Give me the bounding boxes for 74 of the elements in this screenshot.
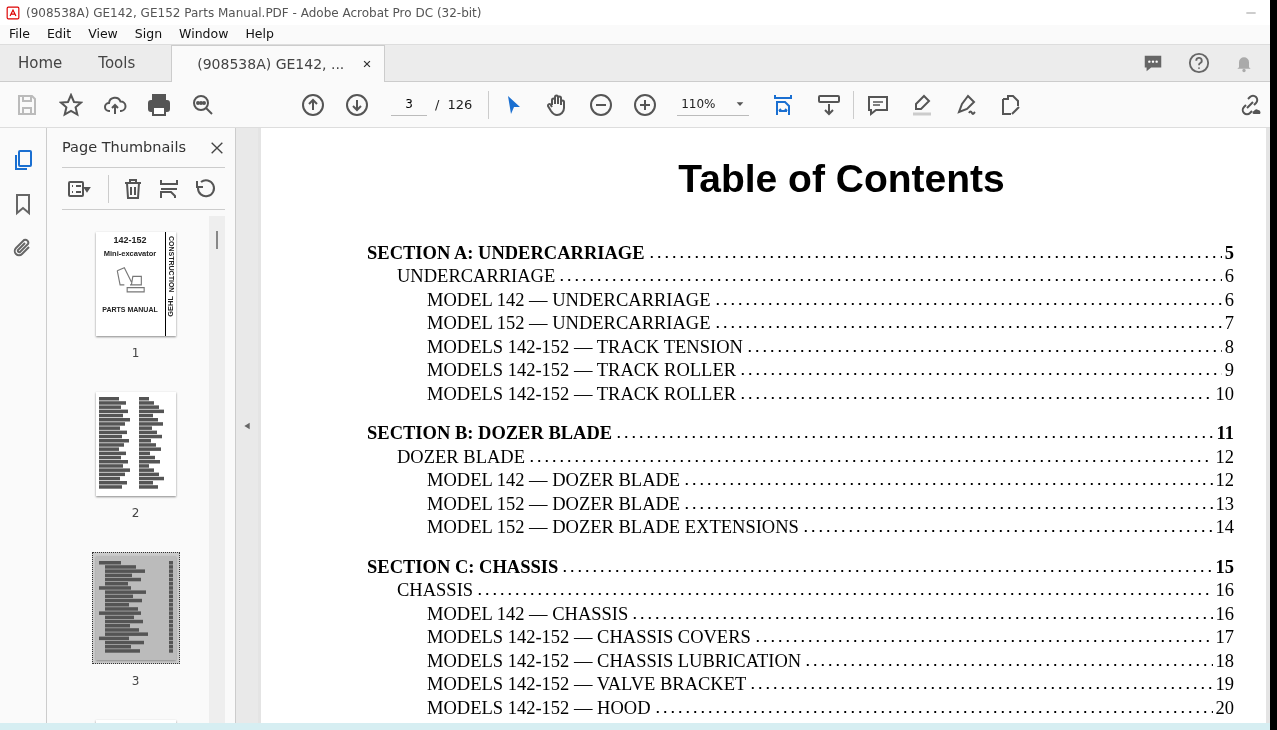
thumbnail-text: 142-152	[113, 234, 147, 247]
menu-item[interactable]: Sign	[125, 25, 171, 44]
help-icon[interactable]	[1188, 52, 1210, 74]
menu-item[interactable]: Help	[236, 25, 282, 44]
toc-page-number: 6	[1224, 288, 1234, 312]
close-icon[interactable]	[362, 59, 373, 69]
tab[interactable]: Tools	[80, 45, 154, 81]
toc-entry[interactable]: MODELS 142-152 — TRACK ROLLER	[427, 359, 737, 383]
toc-page-number: 9	[1224, 359, 1234, 382]
toc-entry[interactable]: SECTION B: DOZER BLADE	[367, 422, 613, 446]
toc-entry[interactable]: SECTION C: CHASSIS	[367, 555, 559, 579]
toc-page-number: 20	[1215, 696, 1234, 720]
toc-entry[interactable]: MODELS 142-152 — VALVE BRACKET	[427, 673, 747, 697]
page-thumbnail[interactable]	[95, 392, 176, 496]
toc-entry[interactable]: DOZER BLADE	[397, 445, 525, 469]
arrow-down-icon[interactable]	[345, 92, 369, 117]
panel-title: Page Thumbnails	[62, 137, 186, 157]
menu-item[interactable]: View	[79, 25, 126, 44]
toc-entry[interactable]: UNDERCARRIAGE	[397, 265, 556, 289]
toc-entry[interactable]: MODELS 142-152 — TRACK ROLLER	[427, 382, 737, 406]
search-icon[interactable]	[191, 92, 215, 117]
toc-entry[interactable]: MODELS 142-152 — CHASSIS LUBRICATION	[427, 649, 802, 673]
toc-page-number: 16	[1215, 579, 1234, 602]
toc-entry[interactable]: MODEL 142 — CHASSIS	[427, 602, 629, 626]
toc-page-number: 17	[1215, 626, 1234, 649]
print-icon[interactable]	[147, 92, 171, 117]
zoom-dropdown[interactable]: 110%	[677, 93, 750, 116]
toc-entry[interactable]: SECTION A: UNDERCARRIAGE	[367, 241, 645, 265]
toc-page-number: 19	[1215, 673, 1234, 696]
page-number-label: 3	[131, 673, 140, 690]
toc-page-number: 12	[1215, 469, 1234, 492]
toc-page-number: 6	[1224, 265, 1234, 288]
menu-item[interactable]: Window	[170, 25, 237, 44]
scroll-mode-icon[interactable]	[817, 92, 842, 117]
toc-entry[interactable]: MODELS 142-152 — HOOD	[427, 696, 651, 720]
toc-entry[interactable]: MODEL 152 — DOZER BLADE	[427, 492, 681, 516]
caret-icon	[735, 99, 746, 109]
page-number-field[interactable]: 3	[391, 93, 427, 116]
zoom-in-icon[interactable]	[633, 92, 658, 117]
toc-page-number: 18	[1215, 649, 1234, 673]
zoom-out-icon[interactable]	[589, 92, 614, 117]
menu-item[interactable]: Edit	[37, 25, 80, 44]
menu-item[interactable]: File	[0, 25, 38, 44]
toc-page-number: 7	[1224, 312, 1234, 335]
page-separator: /	[435, 95, 440, 114]
toc-entry[interactable]: MODEL 152 — DOZER BLADE EXTENSIONS	[427, 516, 799, 540]
toc-page-number: 15	[1215, 555, 1234, 579]
toc-page-number: 14	[1215, 516, 1234, 539]
window-title: (908538A) GE142, GE152 Parts Manual.PDF - Adobe Acrobat Pro DC (32-bit)	[26, 4, 482, 22]
toc-entry[interactable]: MODELS 142-152 — CHASSIS COVERS	[427, 626, 751, 650]
tab[interactable]: Home	[0, 45, 81, 81]
tab[interactable]: (908538A) GE142, ...	[171, 45, 386, 82]
toc-page-number: 8	[1224, 335, 1234, 359]
document-title: Table of Contents	[677, 156, 1006, 202]
toc-page-number: 13	[1215, 492, 1234, 516]
pen-sign-icon[interactable]	[954, 92, 979, 117]
toc-entry[interactable]: CHASSIS	[397, 579, 474, 603]
toc-page-number: 11	[1216, 422, 1234, 445]
toc-page-number: 12	[1215, 445, 1234, 469]
toc-entry[interactable]: MODEL 152 — UNDERCARRIAGE	[427, 312, 711, 336]
star-icon[interactable]	[59, 92, 83, 117]
page-number-label: 1	[131, 345, 140, 362]
toc-page-number: 16	[1215, 602, 1234, 626]
toc-entry[interactable]: MODEL 142 — UNDERCARRIAGE	[427, 288, 711, 312]
app-icon	[6, 5, 20, 20]
arrow-up-icon[interactable]	[301, 92, 325, 117]
toc-entry[interactable]: MODEL 142 — DOZER BLADE	[427, 469, 681, 493]
page-thumbnail[interactable]	[95, 556, 176, 660]
page-number-label: 2	[131, 505, 140, 522]
toc-page-number: 10	[1215, 382, 1234, 406]
toc-page-number: 5	[1224, 241, 1234, 265]
scrollbar-thumb[interactable]	[216, 231, 218, 249]
page-count: 126	[447, 95, 473, 114]
toc-entry[interactable]: MODELS 142-152 — TRACK TENSION	[427, 335, 743, 359]
